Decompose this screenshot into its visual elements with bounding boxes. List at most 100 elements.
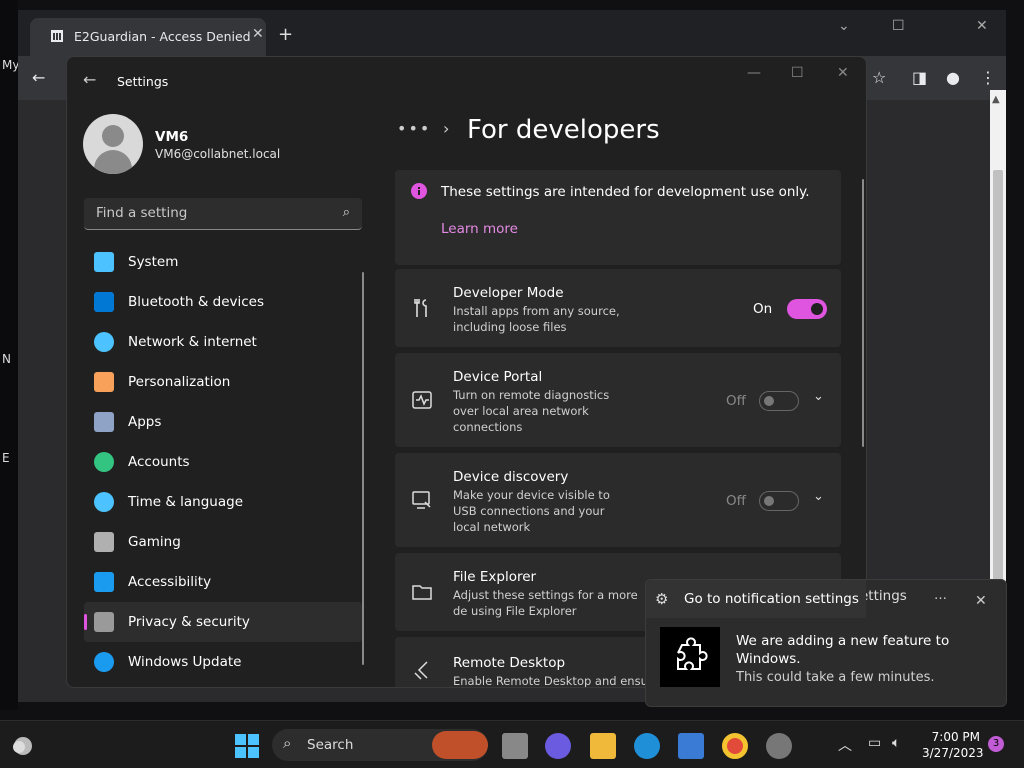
chevron-down-icon[interactable]: ⌄ xyxy=(838,18,850,34)
sidebar-item-gaming[interactable]: Gaming xyxy=(84,522,362,562)
sidebar-item-label: Personalization xyxy=(128,374,231,390)
device-discovery-toggle[interactable] xyxy=(759,491,799,511)
tools-icon xyxy=(414,299,427,317)
toggle-state-label: On xyxy=(753,301,773,317)
chevron-down-icon[interactable]: ⌄ xyxy=(813,489,824,504)
device-discovery-card[interactable]: Device discovery Make your device visibl… xyxy=(395,453,841,547)
file-explorer-icon[interactable] xyxy=(590,733,616,759)
close-icon[interactable]: ✕ xyxy=(975,593,987,609)
sidebar-item-windows-update[interactable]: Windows Update xyxy=(84,642,362,682)
page-title: For developers xyxy=(467,115,660,145)
puzzle-icon xyxy=(660,627,720,687)
search-icon: ⌕ xyxy=(283,734,292,752)
device-portal-toggle[interactable] xyxy=(759,391,799,411)
search-box: ⌕ xyxy=(84,198,362,230)
sidebar-item-bluetooth-devices[interactable]: Bluetooth & devices xyxy=(84,282,362,322)
minimize-icon[interactable]: — xyxy=(747,65,761,81)
search-highlight-icon xyxy=(432,731,488,759)
close-icon[interactable]: ✕ xyxy=(252,26,264,42)
developer-mode-toggle[interactable] xyxy=(787,299,827,319)
taskbar-search-label: Search xyxy=(307,737,354,753)
clock-date: 3/27/2023 xyxy=(922,746,984,760)
sidebar-item-accessibility[interactable]: Accessibility xyxy=(84,562,362,602)
clock[interactable]: 7:00 PM 3/27/2023 xyxy=(922,729,984,761)
sidebar-item-label: Accessibility xyxy=(128,574,212,590)
globe-clock-icon xyxy=(94,492,114,512)
desktop-label: E xyxy=(2,451,10,465)
sidebar-item-label: System xyxy=(128,254,179,270)
avatar[interactable] xyxy=(83,114,143,174)
chevron-up-icon[interactable]: ︿ xyxy=(838,735,852,755)
edge-icon[interactable] xyxy=(634,733,660,759)
sidebar-item-label: Gaming xyxy=(128,534,181,550)
search-input[interactable] xyxy=(94,204,324,222)
chevron-right-icon: › xyxy=(443,119,450,138)
card-description: Make your device visible to USB connecti… xyxy=(453,488,610,534)
scrollbar-thumb[interactable] xyxy=(993,170,1003,590)
settings-gear-icon[interactable] xyxy=(766,733,792,759)
star-icon[interactable]: ☆ xyxy=(872,68,886,87)
apps-icon xyxy=(94,412,114,432)
notification-badge[interactable]: 3 xyxy=(988,736,1004,752)
more-icon[interactable]: … xyxy=(934,588,947,603)
portal-icon xyxy=(412,391,432,409)
breadcrumb-overflow[interactable]: ••• xyxy=(397,119,431,138)
search-icon[interactable]: ⌕ xyxy=(343,205,350,220)
nav-scrollbar[interactable] xyxy=(362,272,364,665)
building-icon xyxy=(51,30,63,42)
taskbar: ⌕ Search ︿ ▭ 🔈︎ 7:00 PM 3/27/2023 3 xyxy=(0,720,1024,768)
card-title: File Explorer xyxy=(453,569,537,585)
volume-icon[interactable]: 🔈︎ xyxy=(892,735,900,751)
remote-desktop-icon xyxy=(414,661,428,680)
scroll-up-icon[interactable]: ▲ xyxy=(992,94,1000,105)
learn-more-link[interactable]: Learn more xyxy=(441,221,518,237)
windows-start-icon[interactable] xyxy=(234,733,260,759)
back-icon[interactable]: ← xyxy=(32,68,45,87)
sidebar-item-personalization[interactable]: Personalization xyxy=(84,362,362,402)
sidebar-item-time-language[interactable]: Time & language xyxy=(84,482,362,522)
profile-icon[interactable]: ● xyxy=(946,68,960,87)
task-view-icon[interactable] xyxy=(502,733,528,759)
nav-list: System Bluetooth & devices Network & inter… xyxy=(84,242,362,682)
sidebar-item-network-internet[interactable]: Network & internet xyxy=(84,322,362,362)
notification-settings-overlap: ettings xyxy=(860,588,907,604)
sidebar-item-apps[interactable]: Apps xyxy=(84,402,362,442)
toggle-state-label: Off xyxy=(726,393,746,409)
card-title: Remote Desktop xyxy=(453,655,566,671)
content-scrollbar[interactable] xyxy=(862,179,864,447)
maximize-icon[interactable]: ☐ xyxy=(791,65,804,81)
menu-icon[interactable]: ⋮ xyxy=(980,68,996,87)
notification-toast[interactable]: ettings ⚙ Go to notification settings … … xyxy=(645,579,1007,707)
close-icon[interactable]: ✕ xyxy=(976,18,988,34)
close-icon[interactable]: ✕ xyxy=(837,65,849,81)
sidebar-item-system[interactable]: System xyxy=(84,242,362,282)
notification-settings-label: Go to notification settings xyxy=(684,591,859,607)
notification-settings-button[interactable]: ⚙ Go to notification settings xyxy=(646,580,866,618)
restore-icon[interactable]: ☐ xyxy=(892,18,905,34)
sidebar-item-label: Accounts xyxy=(128,454,190,470)
store-icon[interactable] xyxy=(678,733,704,759)
active-indicator xyxy=(84,614,87,630)
sidebar-item-accounts[interactable]: Accounts xyxy=(84,442,362,482)
browser-tab[interactable]: E2Guardian - Access Denied ✕ xyxy=(30,18,266,56)
sidebar-item-label: Windows Update xyxy=(128,654,242,670)
developer-mode-card[interactable]: Developer Mode Install apps from any sou… xyxy=(395,269,841,347)
network-icon[interactable]: ▭ xyxy=(868,735,881,751)
taskbar-search[interactable]: ⌕ Search xyxy=(272,729,488,761)
info-card: These settings are intended for developm… xyxy=(395,170,841,265)
sidepanel-icon[interactable]: ◨ xyxy=(912,68,927,87)
teams-icon[interactable] xyxy=(545,733,571,759)
wifi-icon xyxy=(94,332,114,352)
sidebar-item-privacy-security[interactable]: Privacy & security xyxy=(84,602,362,642)
gear-icon: ⚙ xyxy=(655,590,669,608)
chrome-icon[interactable] xyxy=(722,733,748,759)
weather-icon[interactable] xyxy=(10,732,36,758)
info-text: These settings are intended for developm… xyxy=(441,184,810,200)
device-portal-card[interactable]: Device Portal Turn on remote diagnostics… xyxy=(395,353,841,447)
back-icon[interactable]: ← xyxy=(83,70,96,89)
chevron-down-icon[interactable]: ⌄ xyxy=(813,389,824,404)
bluetooth-icon xyxy=(94,292,114,312)
new-tab-button[interactable]: + xyxy=(278,24,293,45)
sidebar-item-label: Network & internet xyxy=(128,334,257,350)
info-icon xyxy=(411,183,427,199)
